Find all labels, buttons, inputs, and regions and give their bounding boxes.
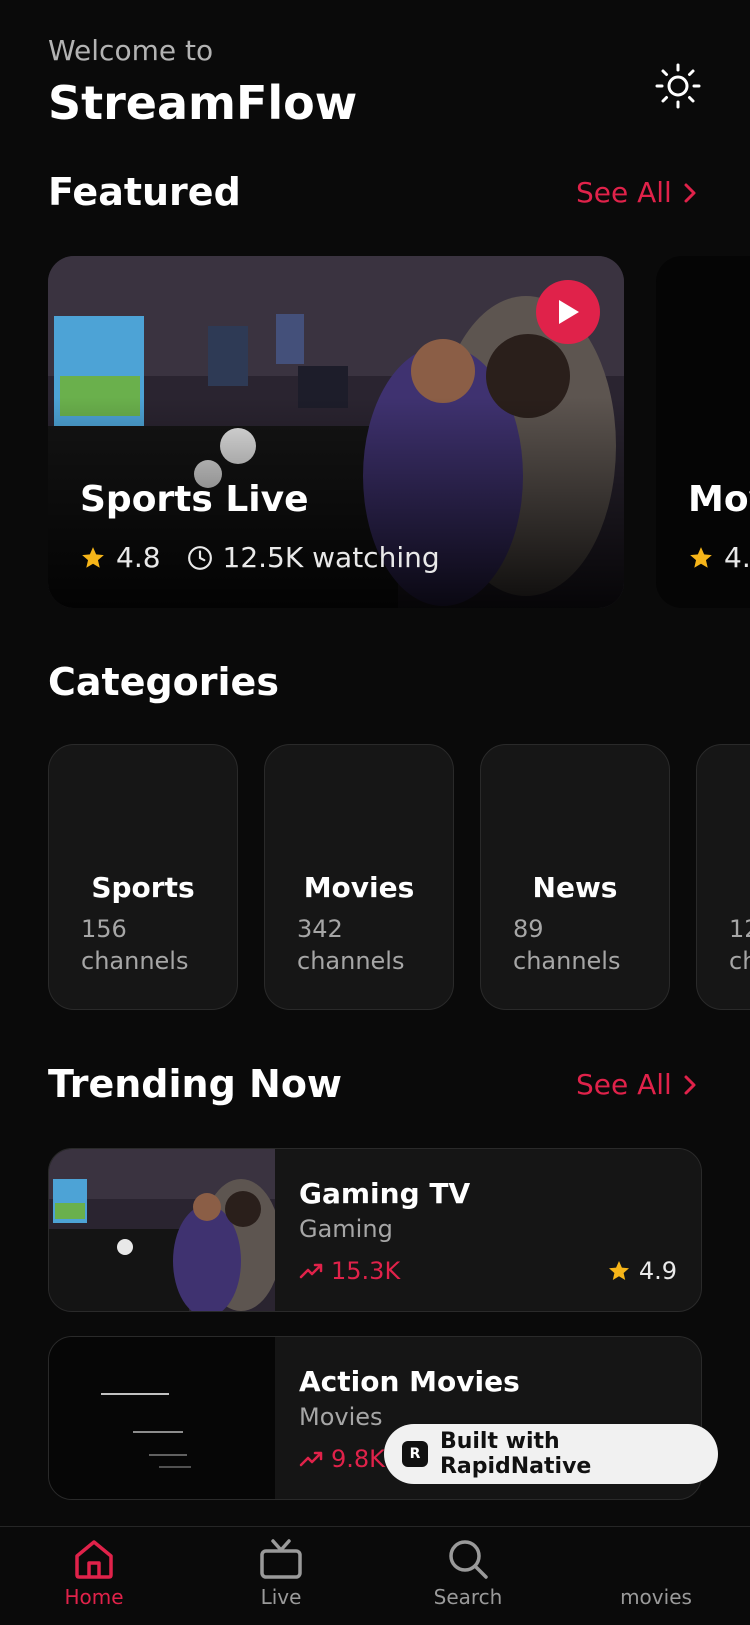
featured-carousel[interactable]: Sports Live 4.8 12.5K watching Mov 4.6 [48,256,750,608]
chevron-right-icon [684,1075,696,1094]
trending-item-rating: 4.9 [607,1257,677,1285]
category-count-number: 342 [297,915,343,943]
category-name: Sports [91,871,195,904]
featured-title: Featured [48,170,241,214]
trending-item-viewers: 9.8K [299,1445,385,1473]
nav-label: Home [64,1585,124,1609]
trending-item-category: Movies [299,1403,383,1431]
star-icon [608,1261,629,1280]
nav-item-search[interactable]: Search [398,1537,538,1609]
trending-item-title: Gaming TV [299,1177,471,1210]
theme-toggle-button[interactable] [650,58,706,114]
featured-see-all-link[interactable]: See All [576,176,698,209]
home-icon [75,1540,113,1579]
category-count-number: 156 [81,915,127,943]
categories-title: Categories [48,660,279,704]
trending-thumbnail-image [49,1149,275,1311]
trending-item-title: Action Movies [299,1365,520,1398]
rapidnative-logo-icon: R [402,1441,428,1467]
trending-item-viewers: 15.3K [299,1257,400,1285]
welcome-text: Welcome to [48,34,214,67]
category-card-sports[interactable]: Sports 156 channels [48,744,238,1010]
featured-card-title: Mov [688,479,750,520]
app-title: StreamFlow [48,76,358,130]
nav-item-movies[interactable]: movies [586,1537,726,1609]
category-count-unit: channels [297,947,405,975]
sun-icon [655,63,701,109]
featured-watching: 12.5K watching [222,541,440,574]
categories-carousel[interactable]: Sports 156 channels Movies 342 channels … [48,744,750,1012]
trending-thumbnail-image [49,1337,275,1499]
see-all-label: See All [576,176,672,209]
movies-icon [634,1537,678,1581]
star-icon [82,546,104,568]
trending-item[interactable]: Gaming TV Gaming 15.3K 4.9 [48,1148,702,1312]
category-count: 342 channels [297,913,404,977]
category-count-number: 12 [729,915,750,943]
trending-see-all-link[interactable]: See All [576,1068,698,1101]
category-count-unit: channels [81,947,189,975]
nav-label: Search [433,1585,503,1609]
featured-card-meta: 4.6 [688,541,750,574]
bottom-navigation: Home Live Search movies [0,1526,750,1625]
nav-item-live[interactable]: Live [211,1537,351,1609]
viewers-count: 15.3K [331,1257,401,1285]
category-count: 12 ch [729,913,750,977]
featured-rating: 4.8 [116,541,161,574]
nav-label: Live [260,1585,302,1609]
category-card-movies[interactable]: Movies 342 channels [264,744,454,1010]
search-icon [449,1540,488,1579]
play-button[interactable] [536,280,600,344]
category-name: News [532,871,618,904]
category-card-news[interactable]: News 89 channels [480,744,670,1010]
category-count: 89 channels [513,913,620,977]
chevron-right-icon [684,183,696,202]
featured-card-title: Sports Live [80,479,309,520]
star-icon [690,546,712,568]
category-count-number: 89 [513,915,544,943]
viewers-count: 9.8K [331,1445,385,1473]
nav-item-home[interactable]: Home [24,1537,164,1609]
category-count-unit: channels [513,947,621,975]
category-count-unit: ch [729,947,750,975]
trending-item-category: Gaming [299,1215,393,1243]
featured-rating: 4.6 [724,541,750,574]
trending-up-icon [299,1451,323,1467]
featured-card[interactable]: Sports Live 4.8 12.5K watching [48,256,624,608]
featured-card[interactable]: Mov 4.6 [656,256,750,608]
rating-value: 4.9 [638,1257,677,1285]
category-name: Movies [303,871,415,904]
clock-icon [187,545,212,570]
featured-card-meta: 4.8 12.5K watching [80,541,440,574]
nav-label: movies [620,1585,692,1609]
play-icon [559,300,579,324]
tv-icon [260,1539,302,1579]
category-card[interactable]: 12 ch [696,744,750,1010]
trending-up-icon [299,1263,323,1279]
category-count: 156 channels [81,913,188,977]
built-with-badge[interactable]: R Built with RapidNative [384,1424,718,1484]
see-all-label: See All [576,1068,672,1101]
badge-text: Built with RapidNative [439,1429,592,1479]
trending-title: Trending Now [48,1062,343,1106]
